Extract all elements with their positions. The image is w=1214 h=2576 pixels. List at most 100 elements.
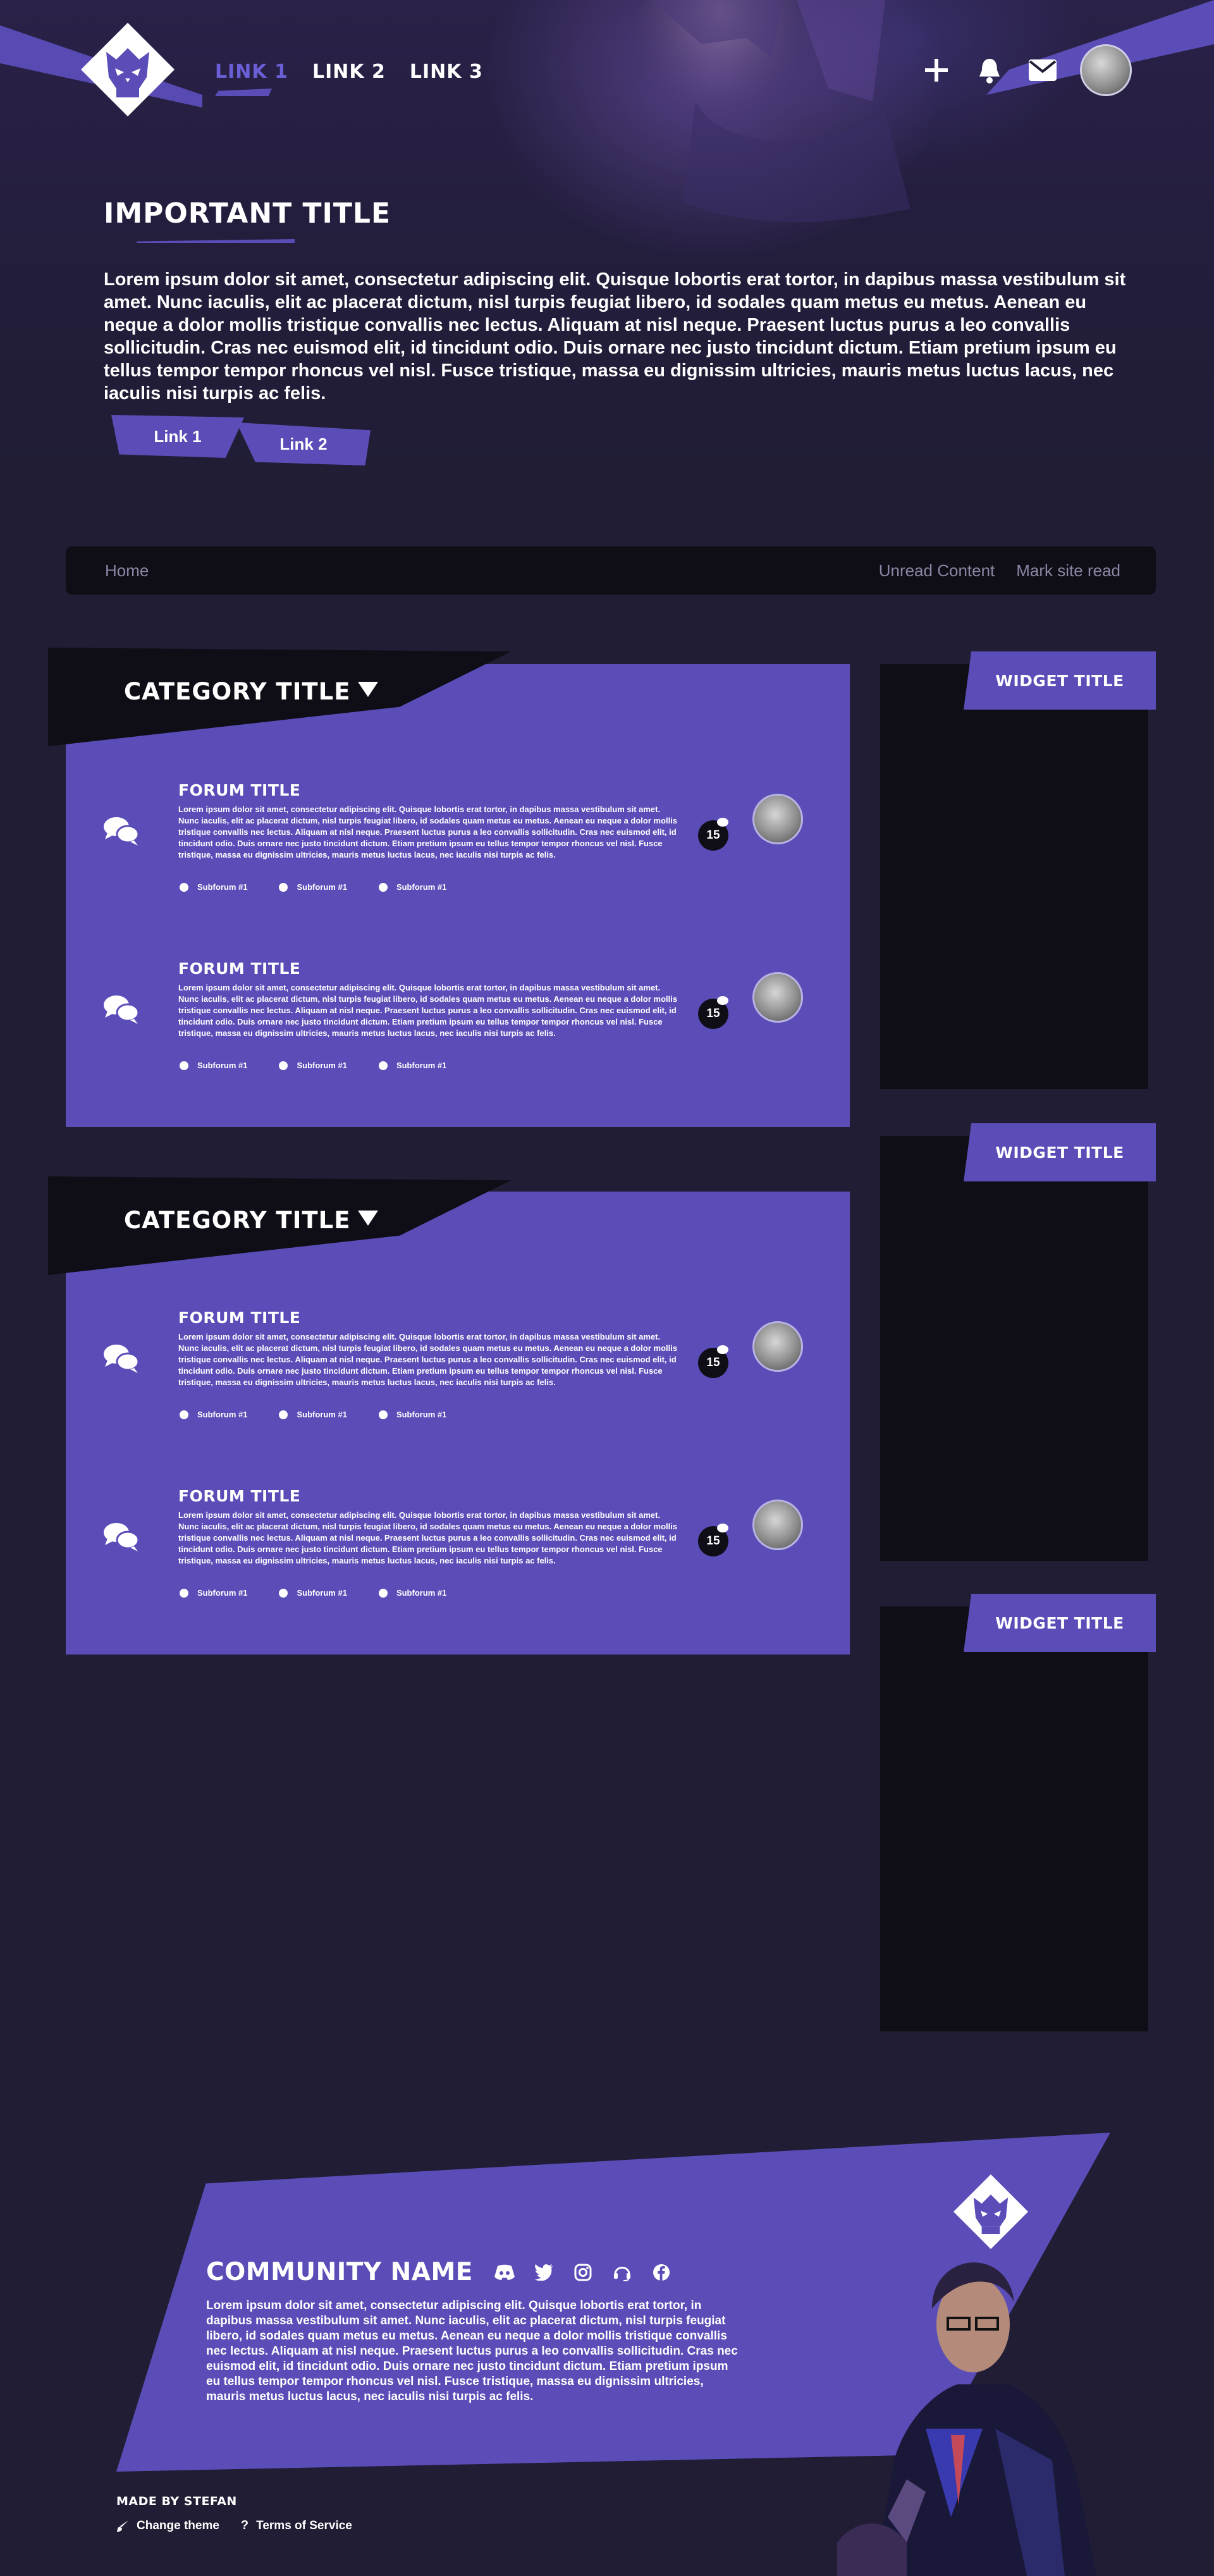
comment-bubble-icon — [717, 1345, 728, 1354]
nav-link-3[interactable]: LINK 3 — [410, 61, 483, 83]
subforum-dot-icon — [180, 1588, 188, 1598]
mail-icon[interactable] — [1027, 54, 1058, 86]
subforum-dot-icon — [378, 1061, 388, 1070]
breadcrumb-home[interactable]: Home — [105, 561, 149, 581]
last-poster-avatar[interactable] — [752, 794, 803, 844]
chat-bubbles-icon — [104, 995, 139, 1024]
forum-row[interactable]: FORUM TITLE Lorem ipsum dolor sit amet, … — [66, 762, 850, 914]
subforum-label: Subforum #1 — [197, 1588, 248, 1598]
category-title: CATEGORY TITLE — [124, 1207, 351, 1234]
widget-title-tab: WIDGET TITLE — [964, 1594, 1156, 1652]
subforum-item[interactable]: Subforum #1 — [180, 882, 247, 892]
subforum-label: Subforum #1 — [197, 1410, 248, 1419]
subforum-item[interactable]: Subforum #1 — [279, 882, 347, 892]
change-theme-link[interactable]: Change theme — [116, 2518, 219, 2533]
subforum-item[interactable]: Subforum #1 — [279, 1410, 347, 1419]
site-logo[interactable] — [81, 23, 175, 116]
subforum-list: Subforum #1 Subforum #1 Subforum #1 — [180, 882, 446, 892]
widget-title-tab: WIDGET TITLE — [964, 651, 1156, 710]
nav-link-1[interactable]: LINK 1 — [215, 61, 288, 83]
headset-icon[interactable] — [610, 2260, 635, 2285]
subforum-label: Subforum #1 — [297, 1588, 347, 1598]
subforum-item[interactable]: Subforum #1 — [180, 1061, 247, 1070]
collapse-caret-icon[interactable] — [358, 682, 378, 697]
footer-logo[interactable] — [953, 2174, 1028, 2249]
subforum-label: Subforum #1 — [297, 1410, 347, 1419]
hero-button-link-1[interactable]: Link 1 — [111, 415, 244, 458]
forum-row[interactable]: FORUM TITLE Lorem ipsum dolor sit amet, … — [66, 940, 850, 1092]
subforum-item[interactable]: Subforum #1 — [279, 1061, 347, 1070]
subforum-label: Subforum #1 — [396, 1588, 447, 1598]
chat-bubbles-icon — [104, 817, 139, 846]
subforum-label: Subforum #1 — [396, 1061, 447, 1070]
subforum-item[interactable]: Subforum #1 — [378, 1410, 447, 1419]
community-description: Lorem ipsum dolor sit amet, consectetur … — [206, 2299, 738, 2403]
collapse-caret-icon[interactable] — [358, 1211, 378, 1226]
category-block: CATEGORY TITLE FORUM TITLE Lorem ipsum d… — [48, 1176, 850, 1655]
subforum-item[interactable]: Subforum #1 — [180, 1410, 247, 1419]
category-header[interactable]: CATEGORY TITLE — [48, 648, 511, 746]
forum-row[interactable]: FORUM TITLE Lorem ipsum dolor sit amet, … — [66, 1468, 850, 1620]
terms-of-service-link[interactable]: ? Terms of Service — [241, 2518, 352, 2533]
nav-link-2[interactable]: LINK 2 — [312, 61, 386, 83]
forum-title[interactable]: FORUM TITLE — [178, 1487, 300, 1505]
last-poster-avatar[interactable] — [752, 1500, 803, 1550]
bell-icon[interactable] — [974, 54, 1005, 86]
forum-title[interactable]: FORUM TITLE — [178, 781, 300, 799]
chat-bubbles-icon — [104, 1523, 139, 1551]
subforum-dot-icon — [180, 1410, 188, 1419]
unread-content-link[interactable]: Unread Content — [879, 561, 995, 581]
main-nav: LINK 1 LINK 2 LINK 3 — [215, 61, 483, 96]
subforum-item[interactable]: Subforum #1 — [378, 882, 446, 892]
forum-title[interactable]: FORUM TITLE — [178, 959, 300, 978]
forum-description: Lorem ipsum dolor sit amet, consectetur … — [178, 1510, 678, 1565]
facebook-icon[interactable] — [649, 2260, 674, 2285]
hero-title: IMPORTANT TITLE — [104, 197, 391, 230]
user-avatar[interactable] — [1080, 44, 1132, 96]
subforum-list: Subforum #1 Subforum #1 Subforum #1 — [180, 1588, 446, 1598]
category-title: CATEGORY TITLE — [124, 678, 351, 705]
hero-title-underline — [137, 239, 295, 243]
change-theme-label: Change theme — [137, 2518, 219, 2532]
widget-title: WIDGET TITLE — [995, 671, 1124, 690]
discord-icon[interactable] — [492, 2260, 517, 2285]
question-mark-icon: ? — [240, 2518, 249, 2532]
category-header[interactable]: CATEGORY TITLE — [48, 1176, 511, 1275]
subforum-dot-icon — [378, 1410, 388, 1419]
subforum-item[interactable]: Subforum #1 — [378, 1061, 447, 1070]
breadcrumb-bar: Home Unread Content Mark site read — [66, 546, 1156, 595]
subforum-label: Subforum #1 — [197, 882, 248, 892]
twitter-icon[interactable] — [531, 2260, 556, 2285]
subforum-label: Subforum #1 — [197, 1061, 248, 1070]
subforum-item[interactable]: Subforum #1 — [378, 1588, 447, 1598]
subforum-label: Subforum #1 — [396, 1410, 447, 1419]
subforum-item[interactable]: Subforum #1 — [180, 1588, 247, 1598]
community-name: COMMUNITY NAME — [206, 2258, 473, 2286]
last-poster-avatar[interactable] — [752, 972, 803, 1023]
subforum-item[interactable]: Subforum #1 — [279, 1588, 347, 1598]
hero-button-link-2[interactable]: Link 2 — [236, 422, 371, 465]
widget-panel — [880, 664, 1148, 1089]
forum-description: Lorem ipsum dolor sit amet, consectetur … — [178, 983, 678, 1038]
subforum-label: Subforum #1 — [297, 1061, 347, 1070]
forum-row[interactable]: FORUM TITLE Lorem ipsum dolor sit amet, … — [66, 1290, 850, 1441]
subforum-dot-icon — [279, 1061, 288, 1070]
header-actions — [921, 44, 1132, 96]
made-by-credit: MADE BY STEFAN — [116, 2494, 237, 2508]
plus-icon[interactable] — [921, 54, 952, 86]
comment-bubble-icon — [717, 996, 728, 1005]
instagram-icon[interactable] — [570, 2260, 596, 2285]
category-block: CATEGORY TITLE FORUM TITLE Lorem ipsum d… — [48, 648, 850, 1127]
subforum-dot-icon — [279, 1588, 288, 1598]
comment-bubble-icon — [717, 1524, 728, 1532]
footer-community-row: COMMUNITY NAME — [206, 2258, 674, 2286]
subforum-list: Subforum #1 Subforum #1 Subforum #1 — [180, 1410, 446, 1419]
terms-label: Terms of Service — [256, 2518, 352, 2532]
last-poster-avatar[interactable] — [752, 1321, 803, 1372]
widget-title-tab: WIDGET TITLE — [964, 1123, 1156, 1181]
mark-site-read-link[interactable]: Mark site read — [1016, 561, 1120, 581]
subforum-dot-icon — [378, 1588, 388, 1598]
forum-description: Lorem ipsum dolor sit amet, consectetur … — [178, 804, 678, 860]
subforum-dot-icon — [180, 1061, 188, 1070]
forum-title[interactable]: FORUM TITLE — [178, 1309, 300, 1327]
